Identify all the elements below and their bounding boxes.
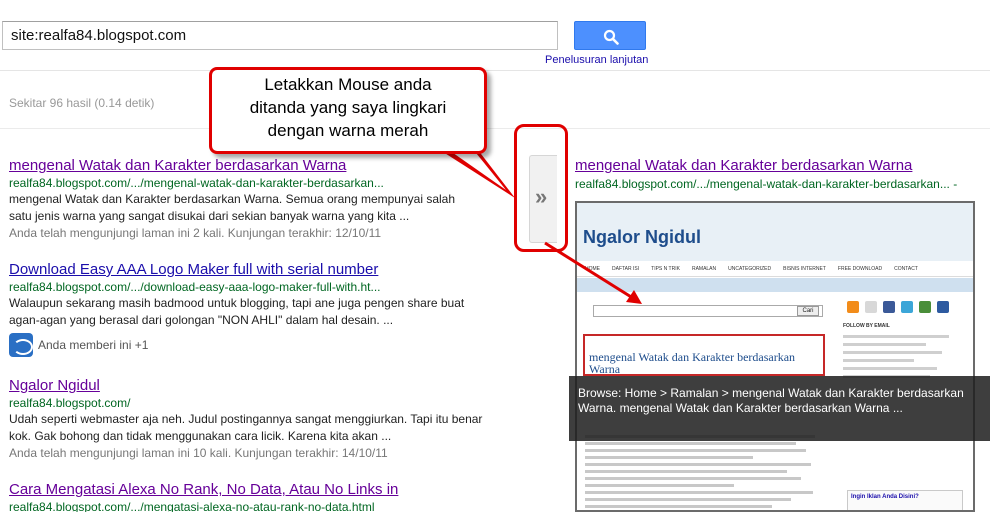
annotation-overlay — [440, 148, 642, 304]
red-arrow-line — [544, 241, 637, 302]
callout-line: Letakkan Mouse anda — [264, 75, 432, 94]
callout-line: dengan warna merah — [267, 121, 429, 140]
search-results-page: site:realfa84.blogspot.com Penelusuran l… — [0, 0, 990, 512]
annotation-callout-text: Letakkan Mouse anda ditanda yang saya li… — [209, 73, 487, 142]
callout-line: ditanda yang saya lingkari — [249, 98, 447, 117]
